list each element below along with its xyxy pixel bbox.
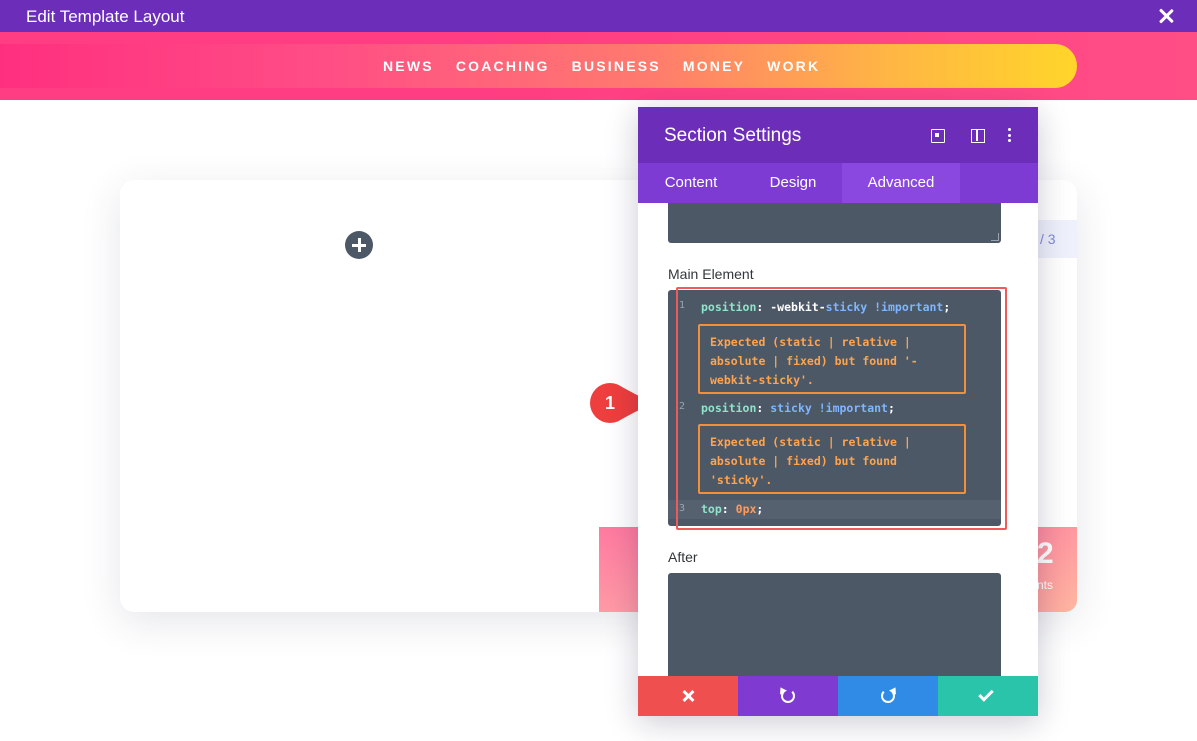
after-css-field[interactable] [668, 573, 1001, 683]
tab-design[interactable]: Design [744, 163, 842, 203]
tab-content[interactable]: Content [638, 163, 744, 203]
nav-item-coaching[interactable]: COACHING [456, 58, 550, 74]
stat-number: 2 [1037, 537, 1054, 570]
plus-icon[interactable] [345, 231, 373, 259]
window-title-bar: Edit Template Layout [0, 0, 1197, 32]
stat-label: nts [1037, 578, 1054, 592]
more-dots-icon[interactable] [1002, 127, 1018, 143]
header-band: NEWS COACHING BUSINESS MONEY WORK [0, 32, 1197, 100]
main-element-label: Main Element [668, 266, 754, 282]
highlight-frame [676, 287, 1007, 530]
callout-number: 1 [590, 383, 630, 423]
section-settings-modal: Section Settings Content Design Advanced… [638, 107, 1038, 716]
cancel-icon [682, 690, 694, 702]
redo-icon [881, 689, 895, 703]
pink-stripe [599, 527, 639, 612]
save-button[interactable] [938, 676, 1038, 716]
nav-item-business[interactable]: BUSINESS [572, 58, 661, 74]
undo-icon [781, 689, 795, 703]
redo-button[interactable] [838, 676, 938, 716]
save-check-icon [978, 686, 994, 702]
modal-header: Section Settings [638, 107, 1038, 163]
resize-grip-icon[interactable] [991, 233, 999, 241]
nav-item-work[interactable]: WORK [767, 58, 820, 74]
before-css-field[interactable] [668, 203, 1001, 243]
nav-item-money[interactable]: MONEY [683, 58, 745, 74]
tab-advanced[interactable]: Advanced [842, 163, 960, 203]
main-nav: NEWS COACHING BUSINESS MONEY WORK [383, 58, 820, 74]
undo-button[interactable] [738, 676, 838, 716]
expand-icon[interactable] [929, 127, 945, 143]
close-icon[interactable] [1155, 5, 1177, 27]
window-title: Edit Template Layout [26, 7, 185, 26]
page-indicator-text: / 3 [1040, 231, 1056, 247]
columns-icon[interactable] [969, 127, 985, 143]
modal-tabs: Content Design Advanced [638, 163, 1038, 203]
modal-body: Main Element 1 position: -webkit-sticky … [638, 203, 1038, 683]
modal-footer [638, 676, 1038, 716]
cancel-button[interactable] [638, 676, 738, 716]
modal-title: Section Settings [664, 125, 802, 146]
stat-card: 2 nts [1037, 527, 1077, 612]
after-label: After [668, 549, 698, 565]
nav-item-news[interactable]: NEWS [383, 58, 434, 74]
